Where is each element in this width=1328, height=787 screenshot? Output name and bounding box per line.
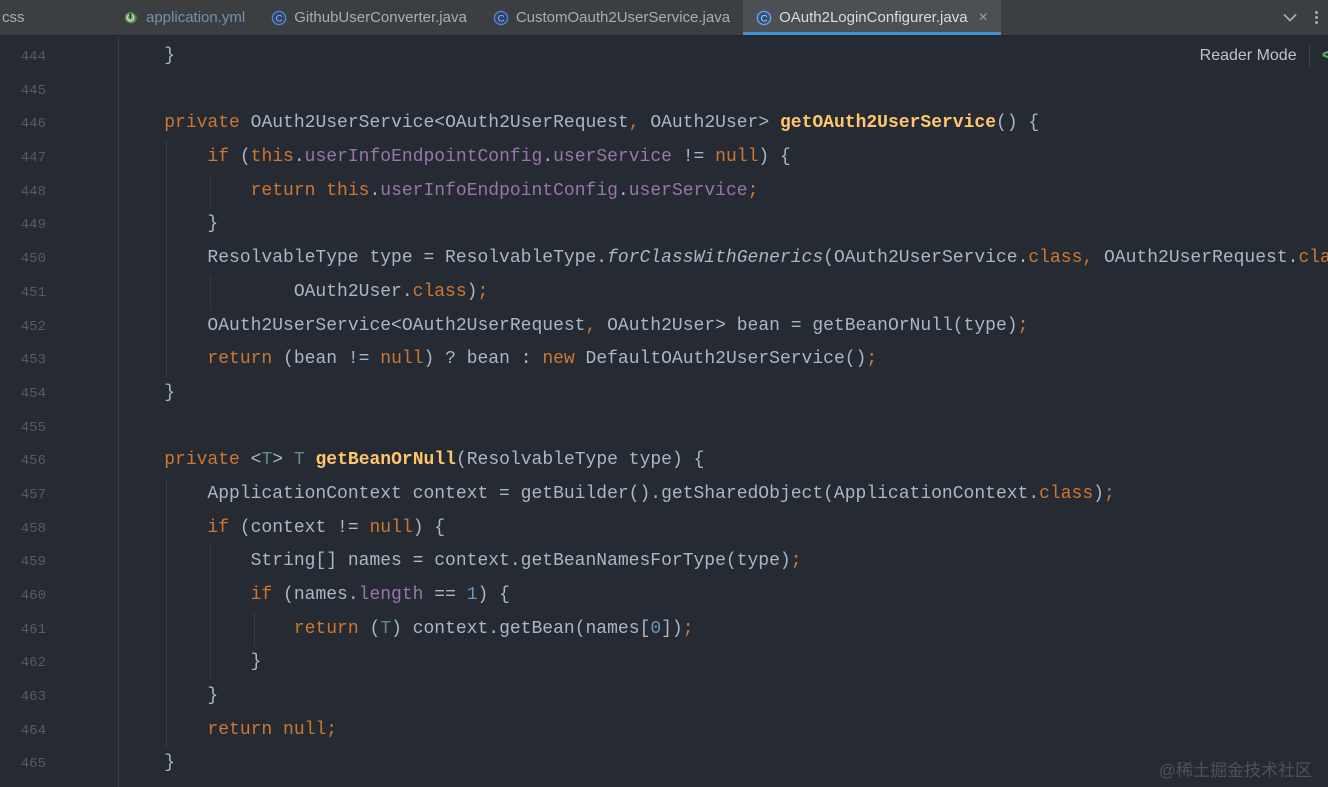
code-line-text: if (this.userInfoEndpointConfig.userServ…: [121, 147, 791, 167]
code-line-text: }: [121, 214, 218, 234]
reader-mode-toggle[interactable]: Reader Mode: [1200, 47, 1297, 65]
line-number[interactable]: 449: [0, 209, 46, 243]
line-number[interactable]: 456: [0, 445, 46, 479]
code-line[interactable]: 461 return (T) context.getBean(names[0])…: [0, 613, 1328, 647]
editor-tab-bar: css application.yml C GithubUserConverter.…: [0, 0, 1328, 36]
tab-githubuserconverter-java[interactable]: C GithubUserConverter.java: [258, 0, 480, 35]
code-line[interactable]: 446 private OAuth2UserService<OAuth2User…: [0, 107, 1328, 141]
line-number[interactable]: 450: [0, 243, 46, 277]
line-number[interactable]: 459: [0, 546, 46, 580]
code-line-text: return this.userInfoEndpointConfig.userS…: [121, 181, 758, 201]
code-line[interactable]: 449 }: [0, 208, 1328, 242]
tab-bar-actions: [1277, 0, 1328, 35]
line-number[interactable]: 453: [0, 344, 46, 378]
code-line[interactable]: 456 private <T> T getBeanOrNull(Resolvab…: [0, 444, 1328, 478]
code-line[interactable]: 452 OAuth2UserService<OAuth2UserRequest,…: [0, 310, 1328, 344]
code-line[interactable]: 450 ResolvableType type = ResolvableType…: [0, 242, 1328, 276]
tab-customoauth2userservice-java[interactable]: C CustomOauth2UserService.java: [480, 0, 743, 35]
code-line-text: String[] names = context.getBeanNamesFor…: [121, 551, 802, 571]
tab-label: OAuth2LoginConfigurer.java: [779, 9, 967, 26]
code-line[interactable]: 454 }: [0, 377, 1328, 411]
code-line-text: return (bean != null) ? bean : new Defau…: [121, 349, 877, 369]
code-vision-icon[interactable]: <: [1322, 45, 1328, 67]
line-number[interactable]: 447: [0, 142, 46, 176]
code-line[interactable]: 451 OAuth2User.class);: [0, 276, 1328, 310]
line-number[interactable]: 464: [0, 715, 46, 749]
more-options-icon[interactable]: [1315, 11, 1318, 24]
svg-text:C: C: [497, 13, 504, 24]
line-number[interactable]: 452: [0, 311, 46, 345]
code-line-text: OAuth2User.class);: [121, 282, 488, 302]
code-line[interactable]: 460 if (names.length == 1) {: [0, 579, 1328, 613]
code-line[interactable]: 455: [0, 411, 1328, 445]
svg-text:C: C: [761, 13, 768, 24]
chevron-down-icon[interactable]: [1283, 13, 1297, 22]
line-number[interactable]: 445: [0, 75, 46, 109]
spring-boot-icon: [123, 10, 139, 26]
code-line[interactable]: 463 }: [0, 680, 1328, 714]
close-icon[interactable]: ×: [979, 10, 988, 26]
code-line[interactable]: 465 }: [0, 747, 1328, 781]
code-line-text: }: [121, 46, 175, 66]
watermark: @稀土掘金技术社区: [1159, 756, 1312, 781]
line-number[interactable]: 446: [0, 108, 46, 142]
tab-defaultoauth2userservice-java[interactable]: C OAuth2LoginConfigurer.java ×: [743, 0, 1001, 35]
code-line[interactable]: 457 ApplicationContext context = getBuil…: [0, 478, 1328, 512]
floating-editor-toolbar: Reader Mode <: [1200, 44, 1328, 68]
code-line-text: private OAuth2UserService<OAuth2UserRequ…: [121, 113, 1039, 133]
code-line[interactable]: 458 if (context != null) {: [0, 512, 1328, 546]
toolbar-divider: [1309, 45, 1310, 67]
code-line-text: }: [121, 383, 175, 403]
code-line-text: }: [121, 753, 175, 773]
line-number[interactable]: 454: [0, 378, 46, 412]
code-line[interactable]: 464 return null;: [0, 714, 1328, 748]
line-number[interactable]: 463: [0, 681, 46, 715]
line-number[interactable]: 451: [0, 277, 46, 311]
java-class-icon: C: [271, 10, 287, 26]
code-line-text: }: [121, 686, 218, 706]
code-line[interactable]: 462 }: [0, 646, 1328, 680]
line-number[interactable]: 448: [0, 176, 46, 210]
code-line[interactable]: 444 }: [0, 40, 1328, 74]
code-line[interactable]: 445: [0, 74, 1328, 108]
line-number[interactable]: 455: [0, 412, 46, 446]
code-line-text: private <T> T getBeanOrNull(ResolvableTy…: [121, 450, 704, 470]
clipped-tab-fragment[interactable]: css: [0, 0, 110, 35]
code-line[interactable]: 447 if (this.userInfoEndpointConfig.user…: [0, 141, 1328, 175]
line-number[interactable]: 458: [0, 513, 46, 547]
code-line-text: if (names.length == 1) {: [121, 585, 510, 605]
java-class-icon: C: [493, 10, 509, 26]
code-line-text: ApplicationContext context = getBuilder(…: [121, 484, 1115, 504]
code-line-text: ResolvableType type = ResolvableType.for…: [121, 248, 1328, 268]
code-line[interactable]: 453 return (bean != null) ? bean : new D…: [0, 343, 1328, 377]
code-line-text: if (context != null) {: [121, 518, 445, 538]
line-number[interactable]: 462: [0, 647, 46, 681]
line-number[interactable]: 461: [0, 614, 46, 648]
tab-label: CustomOauth2UserService.java: [516, 9, 730, 26]
clipped-tab-label: css: [2, 9, 25, 26]
code-line-text: OAuth2UserService<OAuth2UserRequest, OAu…: [121, 316, 1028, 336]
code-editor[interactable]: 444 }445446 private OAuth2UserService<OA…: [0, 36, 1328, 787]
tab-label: application.yml: [146, 9, 245, 26]
svg-text:C: C: [276, 13, 283, 24]
code-line[interactable]: 459 String[] names = context.getBeanName…: [0, 545, 1328, 579]
tab-label: GithubUserConverter.java: [294, 9, 467, 26]
line-number[interactable]: 444: [0, 41, 46, 75]
code-line-text: return null;: [121, 720, 337, 740]
line-number[interactable]: 460: [0, 580, 46, 614]
code-line-text: return (T) context.getBean(names[0]);: [121, 619, 694, 639]
line-number[interactable]: 465: [0, 748, 46, 782]
line-number[interactable]: 457: [0, 479, 46, 513]
code-line[interactable]: 448 return this.userInfoEndpointConfig.u…: [0, 175, 1328, 209]
code-line-text: }: [121, 652, 261, 672]
java-class-icon: C: [756, 10, 772, 26]
tab-application-yml[interactable]: application.yml: [110, 0, 258, 35]
code-area[interactable]: 444 }445446 private OAuth2UserService<OA…: [0, 40, 1328, 781]
